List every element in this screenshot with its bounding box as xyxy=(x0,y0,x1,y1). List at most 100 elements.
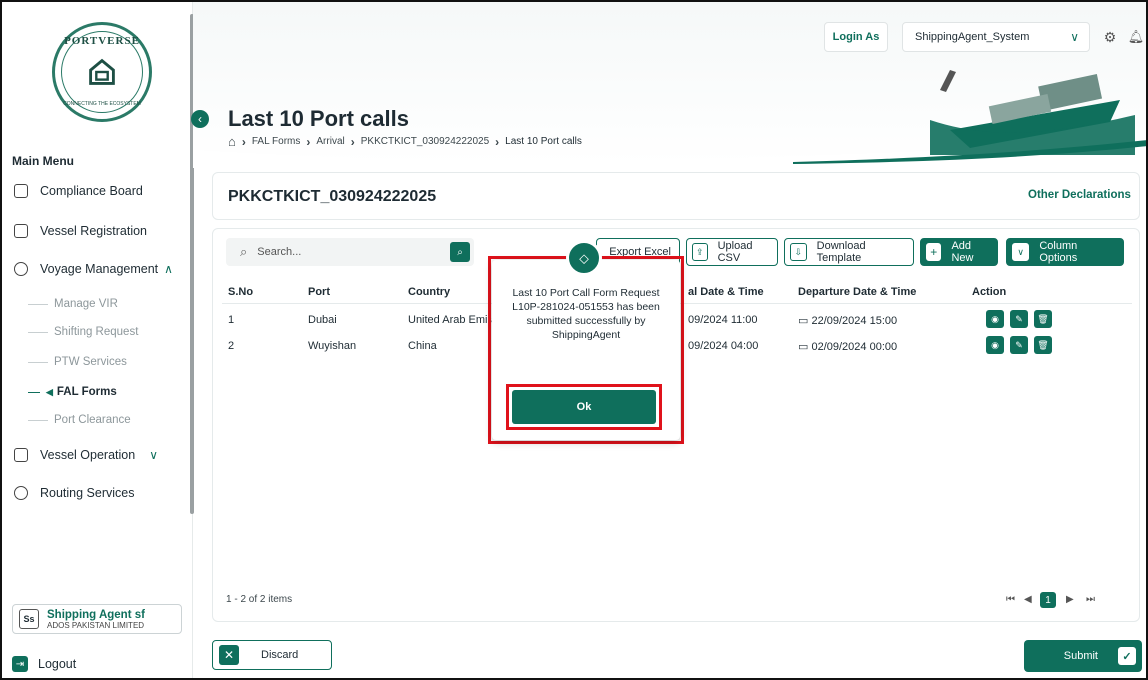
logout-label: Logout xyxy=(38,657,77,671)
sidebar-item-routing-services[interactable]: Routing Services xyxy=(14,486,184,500)
chevron-down-icon: ∨ xyxy=(149,448,158,462)
breadcrumb-item-arrival[interactable]: Arrival xyxy=(316,136,344,147)
page-button-current[interactable]: 1 xyxy=(1040,592,1056,608)
breadcrumb-item-fal-forms[interactable]: FAL Forms xyxy=(252,136,301,147)
sidebar-subitem-manage-vir[interactable]: Manage VIR xyxy=(28,298,118,310)
download-icon: ⇩ xyxy=(790,243,807,261)
next-page-icon[interactable]: ▶ xyxy=(1066,594,1074,605)
column-header-departure[interactable]: Departure Date & Time xyxy=(798,286,916,298)
upload-csv-button[interactable]: ⇪ Upload CSV xyxy=(686,238,778,266)
sidebar-subitem-ptw-services[interactable]: PTW Services xyxy=(28,356,127,368)
sidebar-item-label: Compliance Board xyxy=(40,184,143,198)
view-icon[interactable]: ◉ xyxy=(986,336,1004,354)
user-profile-card[interactable]: Ss Shipping Agent sf ADOS PAKISTAN LIMIT… xyxy=(12,604,182,634)
edit-icon[interactable]: ✎ xyxy=(1010,336,1028,354)
search-icon: ⌕ xyxy=(457,246,463,258)
last-page-icon[interactable]: ⏭ xyxy=(1086,594,1095,605)
logout-button[interactable]: ⇥ Logout xyxy=(12,656,76,672)
notification-bell-icon[interactable]: 🔔︎ xyxy=(1126,22,1146,52)
discard-button[interactable]: ✕ Discard xyxy=(212,640,332,670)
route-icon xyxy=(14,486,28,500)
calendar-icon: ▭ xyxy=(798,315,809,327)
sidebar-subitem-fal-forms[interactable]: ◀ FAL Forms xyxy=(28,386,117,398)
departure-value: 22/09/2024 15:00 xyxy=(811,315,898,327)
edit-icon[interactable]: ✎ xyxy=(1010,310,1028,328)
sidebar-item-compliance-board[interactable]: Compliance Board xyxy=(14,184,184,198)
submit-label: Submit xyxy=(1063,650,1098,662)
column-header-country[interactable]: Country xyxy=(408,286,450,298)
search-button[interactable]: ⌕ xyxy=(450,242,470,262)
page-title: Last 10 Port calls xyxy=(228,106,409,131)
column-header-port[interactable]: Port xyxy=(308,286,330,298)
settings-gear-icon[interactable]: ⚙ xyxy=(1098,22,1122,52)
caret-left-icon: ◀ xyxy=(46,386,53,397)
dialog-message: Last 10 Port Call Form Request L10P-2810… xyxy=(512,287,660,341)
download-template-button[interactable]: ⇩ Download Template xyxy=(784,238,914,266)
search-icon: ⌕ xyxy=(240,244,248,259)
subitem-label: PTW Services xyxy=(54,356,127,368)
cell-arrival: 09/2024 11:00 xyxy=(688,314,758,326)
search-input[interactable]: ⌕ Search... xyxy=(226,238,474,266)
main-menu-label: Main Menu xyxy=(12,154,74,168)
delete-icon[interactable]: 🗑︎ xyxy=(1034,310,1052,328)
clipboard-icon xyxy=(14,184,28,198)
user-name: Shipping Agent sf xyxy=(47,608,145,621)
view-icon[interactable]: ◉ xyxy=(986,310,1004,328)
column-options-button[interactable]: ∨ Column Options xyxy=(1006,238,1124,266)
sidebar-subitem-port-clearance[interactable]: Port Clearance xyxy=(28,414,131,426)
sidebar-item-voyage-management[interactable]: Voyage Management ∧ xyxy=(14,262,184,276)
calendar-icon: ▭ xyxy=(798,341,809,353)
add-new-button[interactable]: + Add New xyxy=(920,238,998,266)
delete-icon[interactable]: 🗑︎ xyxy=(1034,336,1052,354)
cell-port: Dubai xyxy=(308,314,337,326)
chevron-right-icon: › xyxy=(241,134,246,149)
subitem-label: Port Clearance xyxy=(54,414,131,426)
logout-icon: ⇥ xyxy=(12,656,28,672)
ok-button[interactable]: Ok xyxy=(512,390,656,424)
column-header-sno[interactable]: S.No xyxy=(228,286,253,298)
upload-csv-label: Upload CSV xyxy=(717,240,753,264)
cell-country: United Arab Emira xyxy=(408,314,498,326)
submit-button[interactable]: Submit ✓ xyxy=(1024,640,1142,672)
chevron-down-icon: ∨ xyxy=(1012,243,1030,261)
login-as-select[interactable]: ShippingAgent_System ∨ xyxy=(902,22,1090,52)
portverse-logo: PORTVERSE CONNECTING THE ECOSYSTEM xyxy=(52,22,152,122)
chevron-right-icon: › xyxy=(350,134,355,149)
breadcrumb-item-record[interactable]: PKKCTKICT_030924222025 xyxy=(361,136,489,147)
chevron-right-icon: › xyxy=(495,134,500,149)
discard-label: Discard xyxy=(261,649,299,661)
sidebar-subitem-shifting-request[interactable]: Shifting Request xyxy=(28,326,138,338)
login-as-value: ShippingAgent_System xyxy=(915,31,1030,43)
sidebar-item-vessel-operation[interactable]: Vessel Operation ∨ xyxy=(14,448,184,462)
success-badge-icon: ⬦ xyxy=(566,240,602,276)
column-header-arrival[interactable]: al Date & Time xyxy=(688,286,764,298)
close-icon: ✕ xyxy=(219,645,239,665)
ship-icon xyxy=(14,224,28,238)
sidebar-item-label: Vessel Registration xyxy=(40,224,148,238)
sidebar-item-label: Routing Services xyxy=(40,486,135,500)
sidebar-item-label: Voyage Management xyxy=(40,262,159,276)
pager-info: 1 - 2 of 2 items xyxy=(226,594,293,605)
check-icon: ✓ xyxy=(1118,647,1136,665)
compass-icon xyxy=(14,262,28,276)
sidebar-item-label: Vessel Operation xyxy=(40,448,136,462)
other-declarations-link[interactable]: Other Declarations xyxy=(1028,189,1131,201)
first-page-icon[interactable]: ⏮ xyxy=(1006,594,1015,605)
cargo-ship-illustration xyxy=(930,70,1135,155)
download-template-label: Download Template xyxy=(816,240,866,264)
prev-page-icon[interactable]: ◀ xyxy=(1024,594,1032,605)
upload-icon: ⇪ xyxy=(692,243,708,261)
home-icon[interactable]: ⌂ xyxy=(228,134,236,149)
cell-country: China xyxy=(408,340,437,352)
avatar: Ss xyxy=(19,609,39,629)
user-org: ADOS PAKISTAN LIMITED xyxy=(47,620,145,630)
logo-text: PORTVERSE xyxy=(64,35,140,47)
sidebar-item-vessel-registration[interactable]: Vessel Registration xyxy=(14,224,184,238)
logo-tagline: CONNECTING THE ECOSYSTEM xyxy=(63,101,141,107)
search-placeholder: Search... xyxy=(257,246,302,258)
departure-value: 02/09/2024 00:00 xyxy=(811,341,898,353)
cell-arrival: 09/2024 04:00 xyxy=(688,340,759,352)
sidebar-collapse-button[interactable]: ‹ xyxy=(191,110,209,128)
subitem-label: FAL Forms xyxy=(56,386,117,398)
breadcrumb: ⌂ › FAL Forms › Arrival › PKKCTKICT_0309… xyxy=(228,134,582,149)
